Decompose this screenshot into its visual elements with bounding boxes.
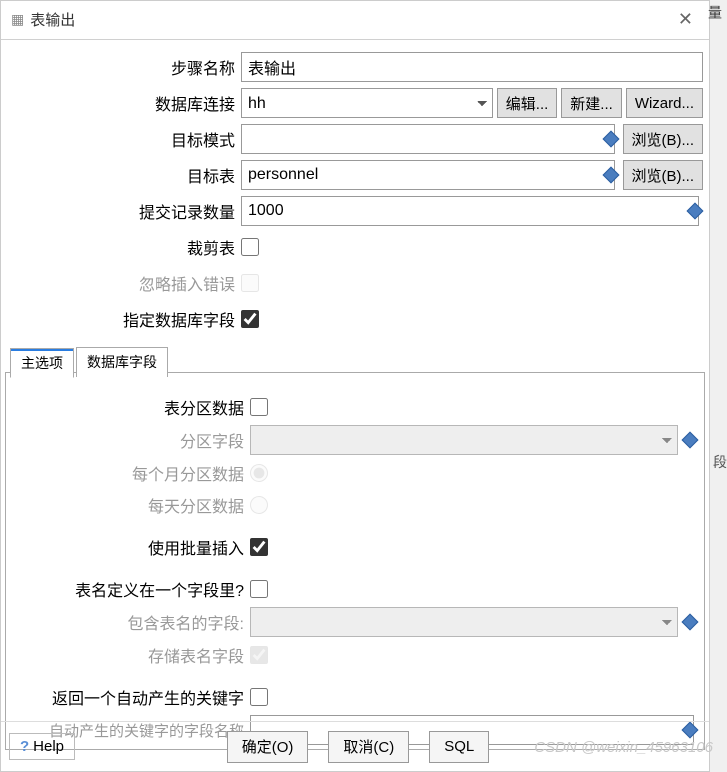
partition-daily-radio [250, 496, 268, 514]
table-output-dialog: ▦ 表输出 ✕ 步骤名称 数据库连接 hh 编辑... 新建... Wizard… [0, 0, 710, 772]
tablename-field-select [250, 607, 678, 637]
db-conn-label: 数据库连接 [7, 91, 241, 115]
tabs-container: 主选项 数据库字段 表分区数据 分区字段 每个月分区数据 每天分区数据 [5, 372, 705, 750]
partition-checkbox[interactable] [250, 398, 268, 416]
variable-icon[interactable] [682, 432, 699, 449]
partition-monthly-radio [250, 464, 268, 482]
sql-button[interactable]: SQL [429, 731, 489, 763]
specify-fields-label: 指定数据库字段 [7, 307, 241, 331]
tablename-in-field-checkbox[interactable] [250, 580, 268, 598]
new-button[interactable]: 新建... [561, 88, 622, 118]
return-keys-label: 返回一个自动产生的关键字 [12, 685, 250, 709]
truncate-label: 裁剪表 [7, 235, 241, 259]
db-conn-select[interactable]: hh [241, 88, 493, 118]
target-schema-label: 目标模式 [7, 127, 241, 151]
ignore-errors-checkbox [241, 274, 259, 292]
help-icon: ? [20, 738, 29, 755]
partition-field-label: 分区字段 [12, 428, 250, 452]
wizard-button[interactable]: Wizard... [626, 88, 703, 118]
step-name-input[interactable] [241, 52, 703, 82]
titlebar: ▦ 表输出 ✕ [1, 1, 709, 37]
tablename-in-field-label: 表名定义在一个字段里? [12, 577, 250, 601]
main-form: 步骤名称 数据库连接 hh 编辑... 新建... Wizard... 目标模式… [1, 48, 709, 334]
edge-fragment: 段 [713, 452, 727, 472]
close-icon[interactable]: ✕ [672, 9, 699, 30]
partition-monthly-label: 每个月分区数据 [12, 461, 250, 485]
batch-insert-checkbox[interactable] [250, 538, 268, 556]
window-icon: ▦ [11, 11, 24, 28]
browse-table-button[interactable]: 浏览(B)... [623, 160, 704, 190]
commit-size-input[interactable] [241, 196, 699, 226]
partition-daily-label: 每天分区数据 [12, 493, 250, 517]
help-button[interactable]: ? Help [9, 733, 75, 760]
bottom-bar: ? Help 确定(O) 取消(C) SQL [1, 721, 709, 771]
cancel-button[interactable]: 取消(C) [328, 731, 409, 763]
edit-button[interactable]: 编辑... [497, 88, 558, 118]
ignore-errors-label: 忽略插入错误 [7, 271, 241, 295]
ok-button[interactable]: 确定(O) [227, 731, 309, 763]
step-name-label: 步骤名称 [7, 55, 241, 79]
browse-schema-button[interactable]: 浏览(B)... [623, 124, 704, 154]
help-label: Help [33, 738, 64, 755]
store-tablename-label: 存储表名字段 [12, 643, 250, 667]
return-keys-checkbox[interactable] [250, 688, 268, 706]
specify-fields-checkbox[interactable] [241, 310, 259, 328]
truncate-checkbox[interactable] [241, 238, 259, 256]
commit-size-label: 提交记录数量 [7, 199, 241, 223]
partition-label: 表分区数据 [12, 395, 250, 419]
variable-icon[interactable] [682, 614, 699, 631]
target-schema-input[interactable] [241, 124, 615, 154]
partition-field-select [250, 425, 678, 455]
window-title: 表输出 [30, 9, 75, 30]
target-table-input[interactable] [241, 160, 615, 190]
target-table-label: 目标表 [7, 163, 241, 187]
tab-main[interactable]: 主选项 [10, 348, 74, 378]
store-tablename-checkbox [250, 646, 268, 664]
edge-fragment: 量 [705, 5, 725, 17]
tablename-field-label: 包含表名的字段: [12, 610, 250, 634]
batch-insert-label: 使用批量插入 [12, 535, 250, 559]
tab-db-fields[interactable]: 数据库字段 [76, 347, 168, 377]
